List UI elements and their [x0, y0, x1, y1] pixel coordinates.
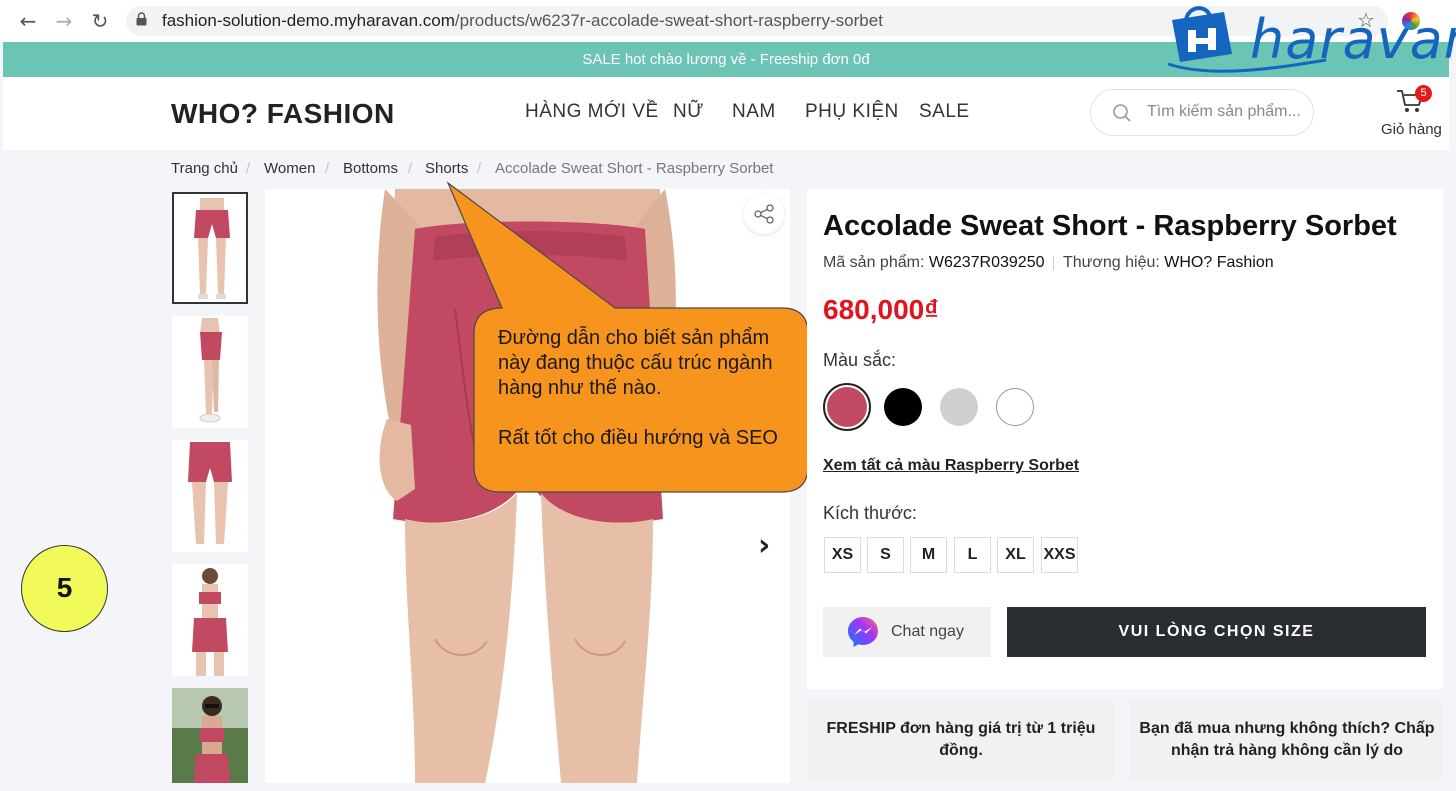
size-option-l[interactable]: L — [954, 537, 991, 573]
select-size-button[interactable]: VUI LÒNG CHỌN SIZE — [1007, 607, 1426, 657]
product-price: 680,000₫ — [823, 294, 939, 325]
view-all-colors-link[interactable]: Xem tất cả màu Raspberry Sorbet — [823, 457, 1079, 475]
annotation-line-1: Đường dẫn cho biết sản phẩm này đang thu… — [498, 327, 773, 399]
breadcrumb-separator: / — [408, 160, 413, 177]
menu-item-sale[interactable]: SALE — [919, 101, 970, 123]
search-placeholder: Tìm kiếm sản phẩm... — [1147, 103, 1301, 120]
breadcrumb-separator: / — [325, 160, 330, 177]
search-icon[interactable] — [1112, 103, 1132, 123]
product-thumbnail[interactable] — [172, 688, 248, 783]
reload-icon[interactable]: ↻ — [88, 9, 112, 33]
size-label: Kích thước: — [823, 503, 917, 523]
back-arrow-icon[interactable]: ← — [16, 9, 40, 33]
haravan-logo-text: haravan — [1250, 8, 1456, 71]
size-option-s[interactable]: S — [867, 537, 904, 573]
size-option-xs[interactable]: XS — [824, 537, 861, 573]
breadcrumb-separator: / — [477, 160, 482, 177]
cart-label[interactable]: Giỏ hàng — [1381, 121, 1442, 138]
breadcrumb-women[interactable]: Women — [264, 160, 315, 177]
size-option-xl[interactable]: XL — [997, 537, 1034, 573]
menu-item-men[interactable]: NAM — [732, 101, 776, 123]
chat-button-label[interactable]: Chat ngay — [891, 623, 964, 641]
breadcrumb-home[interactable]: Trang chủ — [171, 160, 238, 177]
messenger-icon[interactable] — [846, 615, 880, 649]
product-sku: Mã sản phẩm: W6237R039250 — [823, 254, 1045, 271]
color-swatch-black[interactable] — [884, 388, 922, 426]
color-swatch-grey[interactable] — [940, 388, 978, 426]
policy-return: Bạn đã mua nhưng không thích? Chấp nhận … — [1131, 700, 1443, 780]
breadcrumb-current: Accolade Sweat Short - Raspberry Sorbet — [495, 160, 774, 177]
product-thumbnail[interactable] — [172, 316, 248, 428]
policy-freeship: FRESHIP đơn hàng giá trị từ 1 triệu đồng… — [807, 700, 1115, 780]
next-image-chevron-icon[interactable]: › — [758, 528, 770, 563]
breadcrumb-shorts[interactable]: Shorts — [425, 160, 468, 177]
color-swatch-white[interactable] — [996, 388, 1034, 426]
menu-item-women[interactable]: NỮ — [673, 101, 704, 123]
address-url[interactable]: fashion-solution-demo.myharavan.com/prod… — [162, 11, 883, 31]
color-swatch-raspberry[interactable] — [827, 387, 867, 427]
product-title: Accolade Sweat Short - Raspberry Sorbet — [823, 210, 1397, 242]
cart-count-badge: 5 — [1415, 85, 1432, 102]
size-option-xxs[interactable]: XXS — [1041, 537, 1078, 573]
menu-item-accessories[interactable]: PHỤ KIỆN — [805, 101, 899, 123]
annotation-line-2: Rất tốt cho điều hướng và SEO — [498, 427, 778, 449]
forward-arrow-icon[interactable]: → — [52, 9, 76, 33]
breadcrumb-separator: / — [246, 160, 251, 177]
product-brand: Thương hiệu: WHO? Fashion — [1063, 254, 1274, 271]
annotation-text: Đường dẫn cho biết sản phẩm này đang thu… — [498, 326, 798, 451]
meta-divider — [1053, 256, 1054, 270]
site-logo[interactable]: WHO? FASHION — [171, 98, 395, 130]
lock-icon — [136, 12, 147, 26]
step-number-badge: 5 — [21, 545, 108, 632]
color-label: Màu sắc: — [823, 350, 897, 370]
product-thumbnail[interactable] — [172, 440, 248, 552]
menu-item-new-arrivals[interactable]: HÀNG MỚI VỀ — [525, 101, 659, 123]
product-thumbnail[interactable] — [172, 192, 248, 304]
size-option-m[interactable]: M — [910, 537, 947, 573]
breadcrumb-bottoms[interactable]: Bottoms — [343, 160, 398, 177]
product-thumbnail[interactable] — [172, 564, 248, 676]
